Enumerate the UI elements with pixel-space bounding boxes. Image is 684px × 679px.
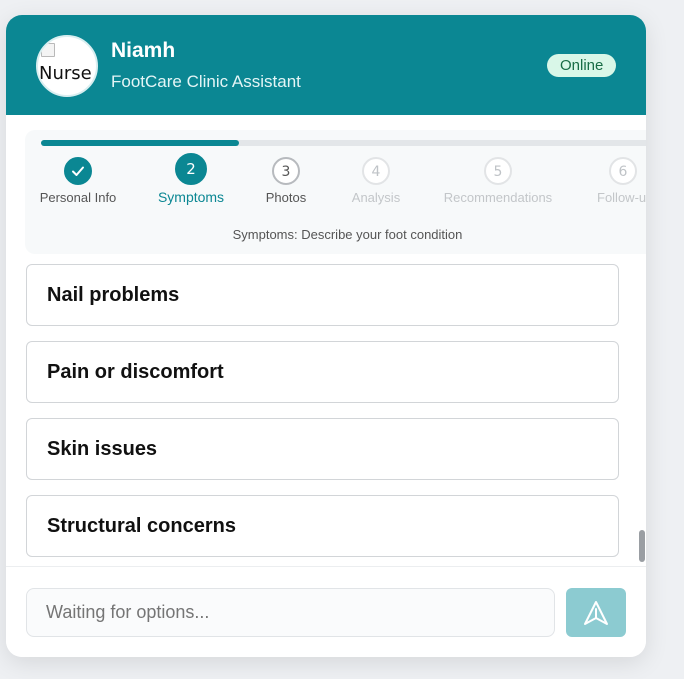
option-label: Pain or discomfort xyxy=(47,361,224,383)
chat-window: Nurse Niamh FootCare Clinic Assistant On… xyxy=(6,15,646,657)
step-label: Personal Info xyxy=(39,190,117,205)
option-nail-problems[interactable]: Nail problems xyxy=(26,264,619,326)
scrollbar-thumb[interactable] xyxy=(639,530,645,562)
step-description: Symptoms: Describe your foot condition xyxy=(232,227,463,242)
step-follow-up: 6 Follow-up xyxy=(563,157,646,205)
check-icon xyxy=(64,157,92,185)
options-list: Nail problems Pain or discomfort Skin is… xyxy=(26,264,619,572)
messages-scrollbar[interactable] xyxy=(637,255,646,565)
progress-track xyxy=(41,140,646,146)
send-icon xyxy=(584,601,608,625)
step-number: 4 xyxy=(362,157,390,185)
chat-header: Nurse Niamh FootCare Clinic Assistant On… xyxy=(6,15,646,115)
step-number: 3 xyxy=(272,157,300,185)
send-button[interactable] xyxy=(566,588,626,637)
broken-image-icon xyxy=(41,43,55,57)
step-label: Follow-up xyxy=(597,190,646,205)
option-pain-or-discomfort[interactable]: Pain or discomfort xyxy=(26,341,619,403)
message-input[interactable] xyxy=(26,588,555,637)
agent-role: FootCare Clinic Assistant xyxy=(111,72,301,91)
option-label: Skin issues xyxy=(47,438,158,460)
step-number: 2 xyxy=(175,153,207,185)
step-personal-info: Personal Info xyxy=(18,157,138,205)
step-number: 6 xyxy=(609,157,637,185)
composer xyxy=(6,566,646,657)
agent-name: Niamh xyxy=(111,39,176,62)
step-label: Analysis xyxy=(351,190,401,205)
option-label: Structural concerns xyxy=(47,515,236,537)
progress-panel: Personal Info 2 Symptoms 3 Photos 4 Anal… xyxy=(25,130,646,254)
avatar: Nurse xyxy=(36,35,98,97)
avatar-alt-text: Nurse xyxy=(39,63,92,84)
option-structural-concerns[interactable]: Structural concerns xyxy=(26,495,619,557)
step-analysis: 4 Analysis xyxy=(316,157,436,205)
step-recommendations: 5 Recommendations xyxy=(438,157,558,205)
step-number: 5 xyxy=(484,157,512,185)
step-label: Recommendations xyxy=(443,190,553,205)
progress-fill xyxy=(41,140,240,146)
status-badge: Online xyxy=(547,54,617,77)
option-label: Nail problems xyxy=(47,284,180,306)
option-skin-issues[interactable]: Skin issues xyxy=(26,418,619,480)
